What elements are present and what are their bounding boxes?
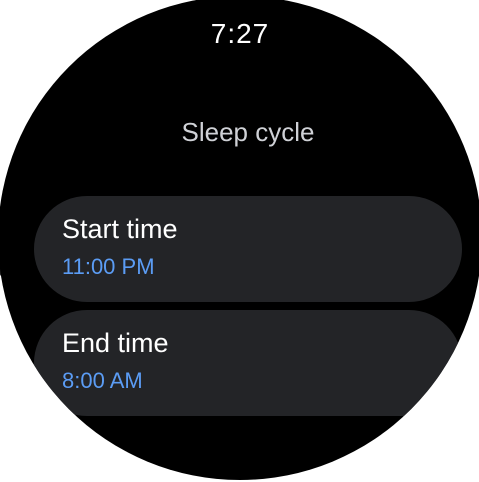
start-time-chip[interactable]: Start time 11:00 PM <box>34 196 462 302</box>
end-time-label: End time <box>62 328 169 358</box>
watch-face: 7:27 Sleep cycle Start time 11:00 PM End… <box>0 0 479 480</box>
start-time-value: 11:00 PM <box>62 254 155 279</box>
end-time-value: 8:00 AM <box>62 368 143 393</box>
end-time-chip[interactable]: End time 8:00 AM <box>34 310 462 416</box>
screen: 7:27 Sleep cycle Start time 11:00 PM End… <box>0 0 479 482</box>
page-title: Sleep cycle <box>181 117 315 147</box>
start-time-label: Start time <box>62 214 178 244</box>
status-time: 7:27 <box>210 18 270 49</box>
